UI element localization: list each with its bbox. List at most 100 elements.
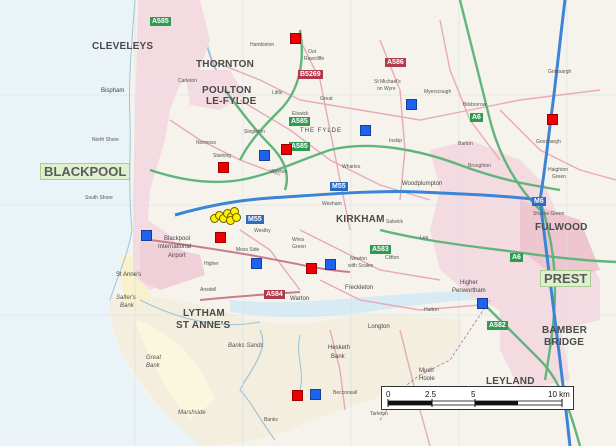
place-label-blackpool: BLACKPOOL [40, 163, 131, 180]
road-shield: A582 [487, 321, 508, 330]
place-label: Higher [204, 261, 219, 267]
road-shield: B5269 [298, 70, 323, 79]
blue-square-marker[interactable] [406, 99, 417, 110]
place-label: Marshside [178, 410, 206, 416]
place-label: Haighton [548, 167, 569, 173]
place-label: Higher [460, 280, 478, 286]
blue-square-marker[interactable] [477, 298, 488, 309]
place-label: Carleton [178, 78, 197, 84]
scale-label: 0 [386, 390, 391, 399]
place-label: Grimsargh [548, 69, 572, 75]
place-label: Wesham [322, 201, 342, 207]
place-label: Rawcliffe [304, 56, 325, 62]
place-label: BRIDGE [544, 337, 585, 348]
place-label: Bank [120, 303, 134, 309]
place-label: BAMBER [542, 325, 588, 336]
place-label: Wrea [292, 237, 304, 243]
place-label: Airport [168, 253, 186, 259]
road-shield: M55 [330, 182, 348, 191]
place-label: Moss Side [236, 247, 260, 253]
place-label: LE-FYLDE [206, 96, 257, 107]
red-square-marker[interactable] [306, 263, 317, 274]
place-label: THE FYLDE [300, 128, 343, 134]
road-shield: A6 [510, 253, 523, 262]
place-label: Green [552, 174, 566, 180]
red-square-marker[interactable] [281, 144, 292, 155]
place-label: St Anne's [116, 272, 142, 278]
road-shield: A583 [370, 245, 391, 254]
place-label: Normoss [196, 140, 217, 146]
place-label: Ansdell [200, 287, 217, 293]
blue-square-marker[interactable] [360, 125, 371, 136]
scale-label: 10 km [548, 390, 570, 399]
place-label: Singleton [244, 129, 265, 135]
place-label: Bank [146, 363, 160, 369]
place-label: Becconsall [333, 390, 358, 396]
place-label: LYTHAM [183, 308, 225, 319]
place-label: Bilsborrow [463, 102, 487, 108]
blue-square-marker[interactable] [251, 258, 262, 269]
place-label: Inskip [389, 138, 403, 144]
scale-bar: 0 2.5 5 10 km [381, 386, 574, 410]
red-square-marker[interactable] [218, 162, 229, 173]
place-label: ST ANNE'S [176, 320, 231, 331]
place-label: FULWOOD [535, 222, 588, 233]
place-label: North Shore [92, 137, 119, 143]
place-label: Great [320, 96, 333, 102]
road-shield: M55 [246, 215, 264, 224]
road-shield: A6 [470, 113, 483, 122]
place-label: Myerscough [424, 89, 452, 95]
place-label: Broughton [468, 163, 492, 169]
place-label: Sharoe Green [533, 211, 565, 217]
place-label: South Shore [85, 195, 113, 201]
scale-bar-graphic [387, 399, 563, 407]
road-shield: A584 [264, 290, 285, 299]
blue-square-marker[interactable] [325, 259, 336, 270]
yellow-circle-marker[interactable] [232, 213, 241, 222]
place-label: Bispham [101, 88, 125, 94]
place-label: Lea [420, 235, 429, 241]
place-label: Bank [331, 354, 345, 360]
place-label: THORNTON [196, 59, 255, 70]
place-label: Hambleton [250, 42, 275, 48]
road-shield: A585 [289, 142, 310, 151]
place-label: Banks Sands [228, 343, 264, 349]
map-view[interactable]: CLEVELEYS Bispham THORNTON POULTON LE-FY… [0, 0, 616, 446]
place-label: Longton [368, 324, 390, 330]
place-label: Tarleton [370, 411, 388, 417]
place-label: St Michael's [374, 79, 401, 85]
place-label: Great [146, 355, 162, 361]
place-label: Salwick [386, 219, 403, 225]
place-label: Banks [264, 417, 278, 423]
place-label: Out [308, 49, 317, 55]
place-label: Newton [350, 256, 367, 262]
place-label: Warton [290, 296, 310, 302]
road-shield: A586 [385, 58, 406, 67]
place-label: Penwortham [452, 288, 486, 294]
place-label: Salter's [116, 295, 136, 301]
place-label: Freckleton [345, 285, 374, 291]
red-square-marker[interactable] [215, 232, 226, 243]
red-square-marker[interactable] [547, 114, 558, 125]
place-label: KIRKHAM [336, 214, 385, 225]
place-label: Hoole [419, 376, 435, 382]
blue-square-marker[interactable] [259, 150, 270, 161]
blue-square-marker[interactable] [310, 389, 321, 400]
place-label: Woodplumpton [402, 181, 443, 187]
place-label: Little [272, 90, 283, 96]
place-label: Clifton [385, 255, 400, 261]
place-label: Hesketh [328, 345, 351, 351]
scale-label: 5 [471, 390, 476, 399]
place-label: CLEVELEYS [92, 41, 154, 52]
place-label: International [158, 244, 192, 250]
road-shield: A585 [150, 17, 171, 26]
place-label: POULTON [202, 85, 252, 96]
road-shield: M6 [532, 197, 546, 206]
blue-square-marker[interactable] [141, 230, 152, 241]
red-square-marker[interactable] [290, 33, 301, 44]
place-label: Wharles [342, 164, 361, 170]
place-label: with Scales [348, 263, 374, 269]
red-square-marker[interactable] [292, 390, 303, 401]
scale-label: 2.5 [425, 390, 437, 399]
place-label-preston: PREST [540, 270, 592, 287]
